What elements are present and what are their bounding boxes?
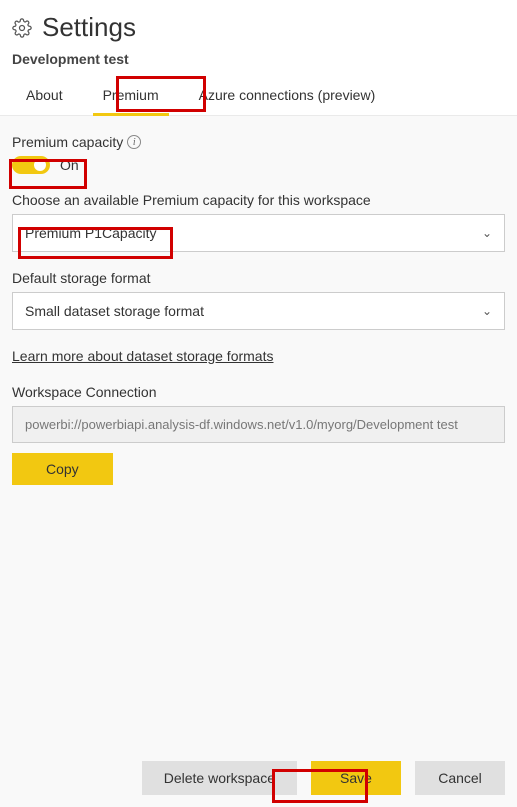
tab-strip: About Premium Azure connections (preview… <box>0 77 517 116</box>
tab-azure-connections[interactable]: Azure connections (preview) <box>181 77 394 115</box>
chevron-down-icon: ⌄ <box>482 304 492 318</box>
storage-format-value: Small dataset storage format <box>25 303 204 319</box>
page-title: Settings <box>42 12 136 43</box>
learn-more-link[interactable]: Learn more about dataset storage formats <box>12 348 273 364</box>
save-button[interactable]: Save <box>311 761 401 795</box>
tab-content: Premium capacity i On Choose an availabl… <box>0 116 517 515</box>
storage-format-label: Default storage format <box>12 270 505 286</box>
toggle-knob <box>34 159 46 171</box>
capacity-select-value: Premium P1Capacity <box>25 225 157 241</box>
info-icon[interactable]: i <box>127 135 141 149</box>
tab-premium[interactable]: Premium <box>85 77 177 115</box>
tab-about[interactable]: About <box>8 77 81 115</box>
capacity-select[interactable]: Premium P1Capacity ⌄ <box>12 214 505 252</box>
workspace-name: Development test <box>0 51 517 77</box>
cancel-button[interactable]: Cancel <box>415 761 505 795</box>
toggle-state-label: On <box>60 157 79 173</box>
delete-workspace-button[interactable]: Delete workspace <box>142 761 297 795</box>
premium-capacity-toggle[interactable] <box>12 156 50 174</box>
copy-button[interactable]: Copy <box>12 453 113 485</box>
workspace-connection-label: Workspace Connection <box>12 384 505 400</box>
chevron-down-icon: ⌄ <box>482 226 492 240</box>
gear-icon <box>12 18 32 38</box>
settings-header: Settings <box>0 0 517 51</box>
premium-capacity-label: Premium capacity i <box>12 134 505 150</box>
workspace-connection-field: powerbi://powerbiapi.analysis-df.windows… <box>12 406 505 443</box>
footer-buttons: Delete workspace Save Cancel <box>142 761 505 795</box>
storage-format-select[interactable]: Small dataset storage format ⌄ <box>12 292 505 330</box>
choose-capacity-label: Choose an available Premium capacity for… <box>12 192 505 208</box>
